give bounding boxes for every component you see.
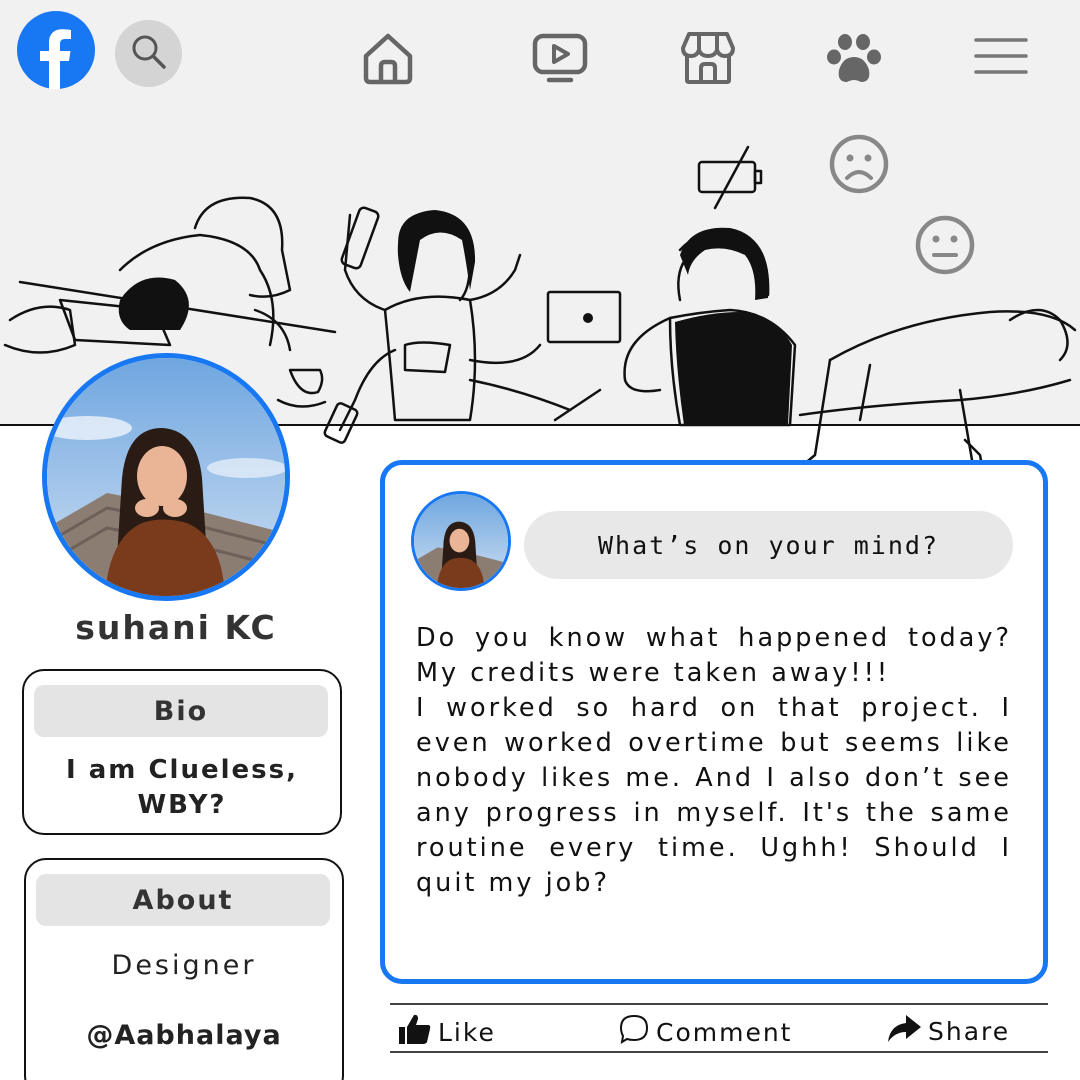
search-icon [129,32,169,76]
post-card: What’s on your mind? Do you know what ha… [380,460,1048,984]
profile-name: suhani KC [75,608,277,647]
groups-icon[interactable] [825,30,883,86]
sad-face-icon [829,134,889,194]
facebook-logo-icon[interactable] [17,11,95,89]
composer-input[interactable]: What’s on your mind? [524,511,1013,579]
about-role: Designer [111,950,257,981]
bio-heading: Bio [34,685,328,737]
video-icon[interactable] [531,30,589,86]
post-action-bar: Like Comment Share [390,1003,1048,1053]
post-paragraph: Do you know what happened today? My cred… [416,623,1012,688]
composer-avatar[interactable] [411,491,511,591]
profile-avatar[interactable] [42,353,290,601]
comment-button[interactable]: Comment [618,1013,793,1051]
like-label: Like [438,1017,496,1047]
about-heading: About [36,874,330,926]
search-button[interactable] [115,20,182,87]
neutral-face-icon [915,215,975,275]
marketplace-icon[interactable] [679,30,737,86]
post-paragraph: I worked so hard on that project. I even… [416,693,1012,898]
thumbs-up-icon [398,1013,432,1051]
about-handle[interactable]: @Aabhalaya [26,1020,342,1051]
about-card: About Designer @Aabhalaya [24,858,344,1080]
bio-card: Bio I am Clueless, WBY? [22,669,342,835]
like-button[interactable]: Like [398,1013,496,1051]
menu-icon[interactable] [972,30,1030,86]
share-icon [886,1013,922,1049]
bio-text: I am Clueless, WBY? [66,755,298,820]
comment-label: Comment [656,1017,793,1047]
post-body: Do you know what happened today? My cred… [416,621,1012,901]
comment-icon [618,1013,650,1051]
home-icon[interactable] [359,30,417,86]
share-button[interactable]: Share [886,1013,1010,1049]
share-label: Share [928,1016,1011,1046]
